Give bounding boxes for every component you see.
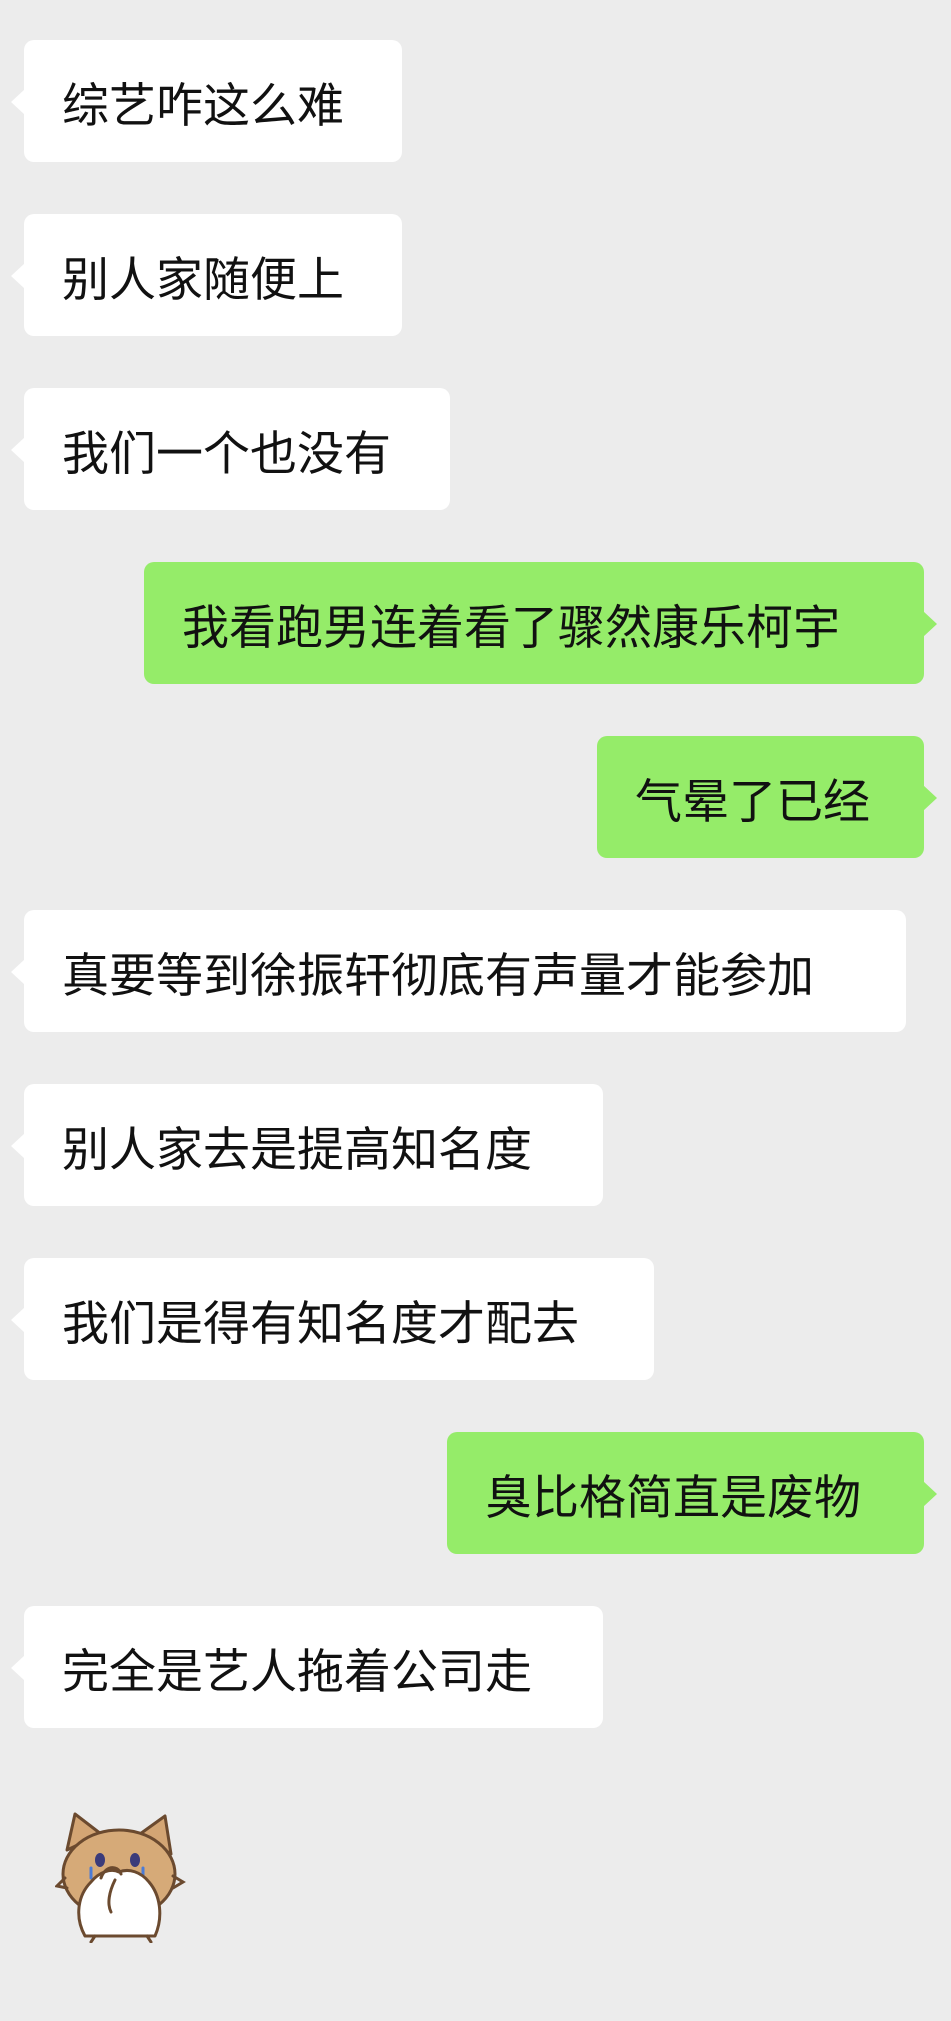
message-bubble-outgoing[interactable]: 我看跑男连着看了骤然康乐柯宇 [144, 562, 937, 684]
message-text: 别人家随便上 [62, 252, 344, 308]
message-text: 完全是艺人拖着公司走 [62, 1644, 532, 1700]
message-text: 别人家去是提高知名度 [62, 1122, 532, 1178]
message-bubble-incoming[interactable]: 我们是得有知名度才配去 [11, 1258, 654, 1380]
message-text: 真要等到徐振轩彻底有声量才能参加 [62, 948, 814, 1004]
message-text: 综艺咋这么难 [62, 78, 344, 134]
message-bubble-outgoing[interactable]: 气晕了已经 [597, 736, 937, 858]
message-bubble-incoming[interactable]: 别人家去是提高知名度 [11, 1084, 603, 1206]
message-bubble-outgoing[interactable]: 臭比格简直是废物 [447, 1432, 937, 1554]
message-text: 臭比格简直是废物 [485, 1470, 861, 1526]
message-bubble-incoming[interactable]: 我们一个也没有 [11, 388, 450, 510]
message-text: 气晕了已经 [635, 774, 870, 830]
message-text: 我们一个也没有 [62, 426, 391, 482]
message-text: 我看跑男连着看了骤然康乐柯宇 [182, 600, 840, 656]
message-bubble-incoming[interactable]: 完全是艺人拖着公司走 [11, 1606, 603, 1728]
message-text: 我们是得有知名度才配去 [62, 1296, 579, 1352]
message-bubble-incoming[interactable]: 综艺咋这么难 [11, 40, 402, 162]
chat-message-list: 综艺咋这么难 别人家随便上 我们一个也没有 我看跑男连着看了骤然康乐柯宇 气晕了… [0, 0, 951, 2021]
cat-covering-face-sticker-icon[interactable] [55, 1808, 190, 1943]
message-bubble-incoming[interactable]: 别人家随便上 [11, 214, 402, 336]
message-bubble-incoming[interactable]: 真要等到徐振轩彻底有声量才能参加 [11, 910, 906, 1032]
